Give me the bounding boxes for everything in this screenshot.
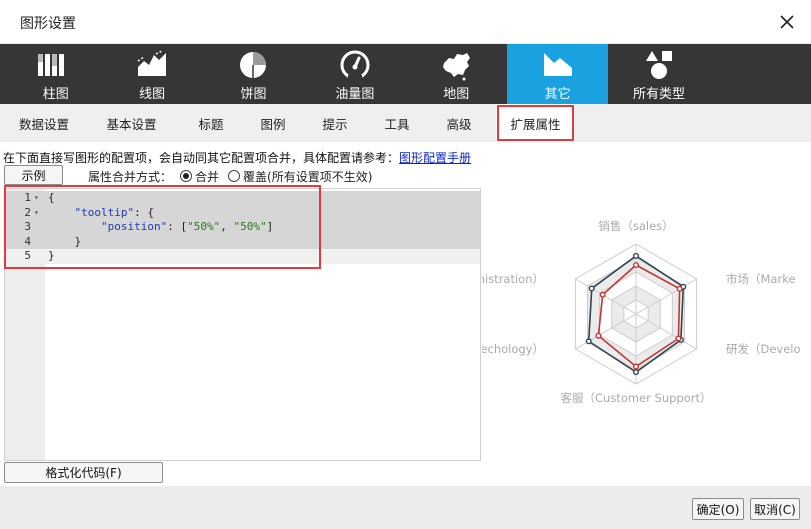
radar-indicator-label: inistration） — [482, 272, 544, 286]
line-number: 2 — [24, 205, 31, 219]
tab-1[interactable]: 基本设置 — [83, 104, 180, 142]
radar-series-point — [599, 291, 606, 298]
line-number: 4 — [24, 234, 31, 248]
radar-indicator-label: 客服（Customer Support） — [561, 391, 712, 405]
code-text: { — [48, 191, 55, 204]
chart-type-label: 线图 — [139, 87, 166, 102]
tab-4[interactable]: 提示 — [304, 104, 366, 142]
config-hint-text: 在下面直接写图形的配置项，会自动同其它配置项合并，具体配置请参考： — [3, 151, 400, 165]
area-chart-icon — [137, 50, 167, 76]
chart-type-label: 油量图 — [335, 87, 375, 102]
tab-6[interactable]: 高级 — [428, 104, 490, 142]
settings-tabs: 数据设置 基本设置 标题 图例 提示 工具 高级 扩展属性 — [0, 104, 811, 142]
line-number: 1 — [24, 191, 31, 204]
code-line: 1 ▾ { — [5, 191, 480, 206]
chart-type-area-chart[interactable]: 线图 — [101, 44, 202, 104]
merge-radio[interactable]: 合并 — [180, 168, 219, 185]
fold-arrow-icon[interactable]: ▾ — [34, 191, 39, 206]
code-text: "tooltip": { — [74, 205, 154, 219]
tab-7[interactable]: 扩展属性 — [496, 104, 575, 142]
tab-3[interactable]: 图例 — [242, 104, 304, 142]
china-map-icon — [443, 53, 471, 81]
tab-0[interactable]: 数据设置 — [5, 104, 83, 142]
code-line: 4 } — [5, 234, 480, 249]
gauge-icon — [340, 50, 370, 80]
chart-type-gauge[interactable]: 油量图 — [304, 44, 405, 104]
merge-radio-label: 合并 — [195, 169, 220, 184]
radar-indicator-label: 销售（sales） — [598, 219, 673, 233]
radar-series-point — [676, 285, 683, 292]
merge-mode-label: 属性合并方式： — [88, 169, 173, 184]
line-number: 3 — [24, 220, 31, 233]
tab-2[interactable]: 标题 — [180, 104, 242, 142]
other-chart-icon — [543, 53, 572, 76]
chart-type-other-chart[interactable]: 其它 — [506, 44, 609, 104]
tab-5[interactable]: 工具 — [366, 104, 428, 142]
radar-series-point — [632, 261, 639, 268]
format-code-button[interactable]: 格式化代码(F) — [4, 462, 163, 483]
merge-radio-dot — [180, 170, 193, 182]
radar-indicator-label: 研发（Develo — [726, 342, 801, 356]
radar-series-point — [585, 338, 592, 345]
ok-button[interactable]: 确定(O) — [692, 498, 744, 520]
code-line: 2 ▾ "tooltip": { — [5, 205, 480, 221]
radar-series-point — [588, 285, 595, 292]
code-line: 3 "position": ["50%", "50%"] — [5, 220, 480, 235]
merge-mode-row: 属性合并方式： 合并 覆盖(所有设置项不生效) — [88, 167, 372, 185]
all-types-icon — [646, 51, 673, 79]
config-hint: 在下面直接写图形的配置项，会自动同其它配置项合并，具体配置请参考：图形配置手册 — [3, 149, 471, 166]
line-number: 5 — [24, 249, 31, 262]
code-line: 5} — [5, 249, 480, 264]
override-radio[interactable]: 覆盖(所有设置项不生效) — [228, 168, 372, 185]
title-bar: 图形设置 — [0, 0, 811, 44]
dialog-footer: 确定(O) 取消(C) — [0, 486, 811, 529]
fold-arrow-icon[interactable]: ▾ — [34, 206, 39, 221]
code-text: } — [48, 249, 55, 262]
code-editor[interactable]: 1 ▾{2 ▾ "tooltip": {3 "position": ["50%", … — [4, 188, 481, 461]
chart-config-manual-link[interactable]: 图形配置手册 — [399, 151, 471, 165]
chart-type-all-types[interactable]: 所有类型 — [608, 44, 709, 104]
chart-type-bar: 柱图 线图 饼图 油量图 地图 其它 所有类型 — [0, 44, 811, 104]
chart-type-label: 饼图 — [240, 87, 267, 102]
radar-indicator-label: Techology） — [482, 342, 544, 356]
radar-series-point — [632, 252, 639, 259]
chart-type-label: 柱图 — [42, 87, 69, 102]
bar-chart-icon — [37, 54, 64, 76]
radar-chart-preview: 销售（sales） 市场（Marke 研发（Develo 客服（Customer Su… — [482, 219, 801, 405]
chart-type-china-map[interactable]: 地图 — [406, 44, 507, 104]
pie-chart-icon — [240, 52, 267, 78]
radar-series-point — [595, 332, 602, 339]
window-title: 图形设置 — [20, 16, 76, 32]
chart-type-bar-chart[interactable]: 柱图 — [0, 44, 101, 104]
close-icon[interactable] — [775, 10, 799, 34]
radar-indicator-label: 市场（Marke — [726, 272, 796, 286]
chart-type-pie-chart[interactable]: 饼图 — [203, 44, 304, 104]
radar-series-point — [632, 369, 639, 376]
cancel-button[interactable]: 取消(C) — [750, 498, 800, 520]
override-radio-dot — [228, 170, 241, 182]
override-radio-label: 覆盖(所有设置项不生效) — [243, 169, 373, 184]
chart-type-label: 所有类型 — [633, 87, 686, 102]
code-text: } — [48, 234, 82, 248]
chart-type-label: 地图 — [443, 87, 470, 102]
radar-series-point — [632, 363, 639, 370]
chart-type-label: 其它 — [544, 87, 571, 102]
radar-series-point — [675, 335, 682, 342]
code-text: "position": ["50%", "50%"] — [100, 220, 274, 233]
example-button[interactable]: 示例 — [4, 165, 63, 185]
